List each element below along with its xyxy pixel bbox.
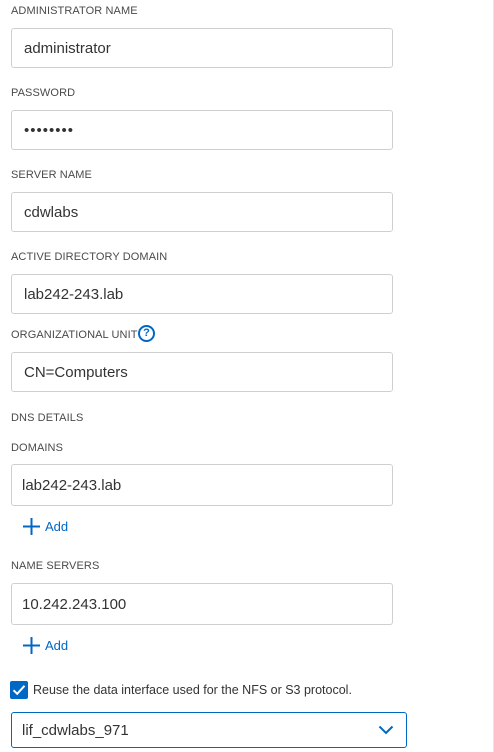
- plus-icon: [23, 517, 40, 535]
- plus-icon: [23, 636, 40, 654]
- password-field-box: [11, 110, 393, 150]
- reuse-interface-label: Reuse the data interface used for the NF…: [33, 683, 352, 697]
- add-name-server-label: Add: [45, 637, 69, 653]
- admin-name-field-box: [11, 28, 393, 68]
- interface-select-value: lif_cdwlabs_971: [22, 721, 129, 739]
- server-name-input[interactable]: [12, 193, 392, 231]
- admin-name-label: ADMINISTRATOR NAME: [11, 5, 138, 17]
- admin-name-input[interactable]: [12, 29, 392, 67]
- name-servers-label: NAME SERVERS: [11, 560, 100, 572]
- org-unit-field-box: [11, 352, 393, 392]
- add-domain-label: Add: [45, 518, 69, 534]
- org-unit-input[interactable]: [12, 353, 392, 391]
- add-name-server-button[interactable]: Add: [23, 636, 68, 654]
- ad-domain-input[interactable]: [12, 275, 392, 313]
- password-input[interactable]: [12, 111, 392, 149]
- check-icon: [12, 685, 26, 696]
- org-unit-label: ORGANIZATIONAL UNIT: [11, 329, 138, 341]
- domain-field-box: [11, 464, 393, 506]
- server-name-field-box: [11, 192, 393, 232]
- interface-select[interactable]: lif_cdwlabs_971: [11, 712, 407, 748]
- password-label: PASSWORD: [11, 87, 76, 99]
- dns-details-heading: DNS DETAILS: [11, 412, 84, 424]
- reuse-interface-row: Reuse the data interface used for the NF…: [10, 680, 352, 700]
- domain-input[interactable]: [12, 465, 392, 505]
- add-domain-button[interactable]: Add: [23, 517, 68, 535]
- reuse-interface-checkbox[interactable]: [10, 681, 28, 699]
- chevron-down-icon: [378, 725, 394, 735]
- ad-domain-label: ACTIVE DIRECTORY DOMAIN: [11, 251, 168, 263]
- name-server-input[interactable]: [12, 584, 392, 624]
- domains-label: DOMAINS: [11, 442, 64, 454]
- ad-domain-field-box: [11, 274, 393, 314]
- name-server-field-box: [11, 583, 393, 625]
- server-name-label: SERVER NAME: [11, 169, 92, 181]
- help-question-icon[interactable]: ?: [138, 325, 155, 342]
